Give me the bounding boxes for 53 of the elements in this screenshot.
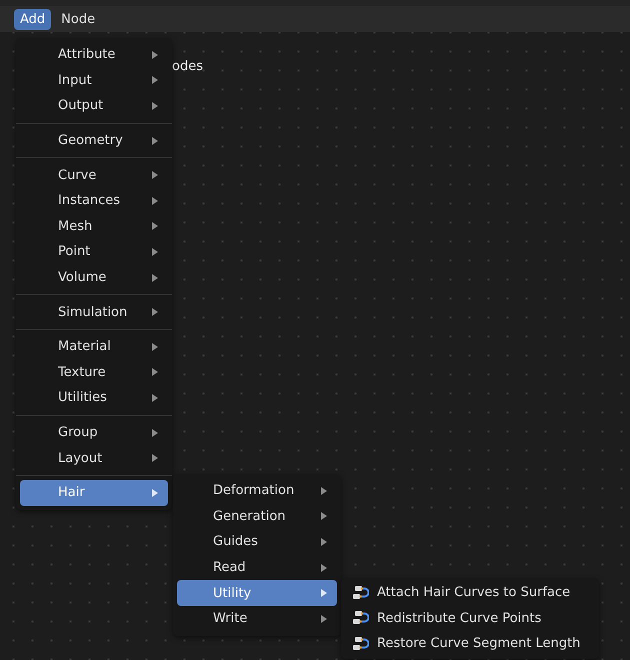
submenu-arrow-icon: [152, 196, 158, 205]
node-icon: [353, 584, 369, 601]
menu-item[interactable]: Instances: [20, 188, 168, 214]
menu-item[interactable]: Utilities: [20, 385, 168, 411]
menu-item[interactable]: Layout: [20, 445, 168, 471]
node-icon: [353, 636, 369, 652]
breadcrumb-text: odes: [172, 59, 203, 74]
submenu-arrow-icon: [152, 454, 158, 462]
submenu-arrow-icon: [152, 394, 158, 402]
menu-bar-item[interactable]: Node: [55, 8, 102, 30]
submenu-arrow-icon: [152, 274, 158, 282]
menu-item[interactable]: Simulation: [20, 299, 168, 325]
submenu-arrow-icon: [152, 428, 158, 437]
submenu-arrow-icon: [152, 248, 158, 256]
submenu-arrow-icon: [152, 136, 158, 145]
submenu-arrow-icon: [321, 512, 327, 520]
submenu-arrow-icon: [152, 308, 158, 316]
menu-item[interactable]: Mesh: [20, 214, 168, 240]
submenu-arrow-icon: [321, 564, 327, 572]
menu-item[interactable]: Attach Hair Curves to Surface: [345, 580, 595, 606]
menu-item[interactable]: Restore Curve Segment Length: [345, 631, 595, 657]
menu-item[interactable]: Attribute: [20, 42, 168, 68]
submenu-arrow-icon: [152, 222, 158, 230]
menu-item[interactable]: Point: [20, 239, 168, 265]
menu-item[interactable]: Texture: [20, 360, 168, 386]
menu-item[interactable]: Output: [20, 93, 168, 119]
submenu-arrow-icon: [321, 614, 327, 623]
menu-item[interactable]: Read: [177, 554, 337, 580]
menu-item[interactable]: Utility: [177, 580, 337, 606]
menu-item[interactable]: Redistribute Curve Points: [345, 606, 595, 632]
menu-item[interactable]: Deformation: [177, 478, 337, 504]
node-icon: [353, 610, 369, 626]
submenu-arrow-icon: [321, 589, 327, 598]
menu-item[interactable]: Material: [20, 334, 168, 360]
submenu-arrow-icon: [152, 342, 158, 351]
submenu-arrow-icon: [152, 50, 158, 59]
menu-item[interactable]: Geometry: [20, 128, 168, 154]
submenu-arrow-icon: [152, 488, 158, 497]
submenu-arrow-icon: [152, 368, 158, 376]
submenu-arrow-icon: [152, 76, 158, 84]
menu-item[interactable]: Write: [177, 606, 337, 632]
menu-item[interactable]: Curve: [20, 162, 168, 188]
submenu-arrow-icon: [152, 102, 158, 110]
submenu-arrow-icon: [321, 538, 327, 546]
menu-item[interactable]: Volume: [20, 264, 168, 290]
menu-item[interactable]: Generation: [177, 504, 337, 530]
submenu-arrow-icon: [321, 486, 327, 495]
submenu-arrow-icon: [152, 171, 158, 180]
menu-item[interactable]: Guides: [177, 529, 337, 555]
menu-item[interactable]: Hair: [20, 480, 168, 506]
menu-bar-item[interactable]: Add: [14, 8, 52, 30]
menu-item[interactable]: Input: [20, 68, 168, 94]
menu-item[interactable]: Group: [20, 420, 168, 446]
